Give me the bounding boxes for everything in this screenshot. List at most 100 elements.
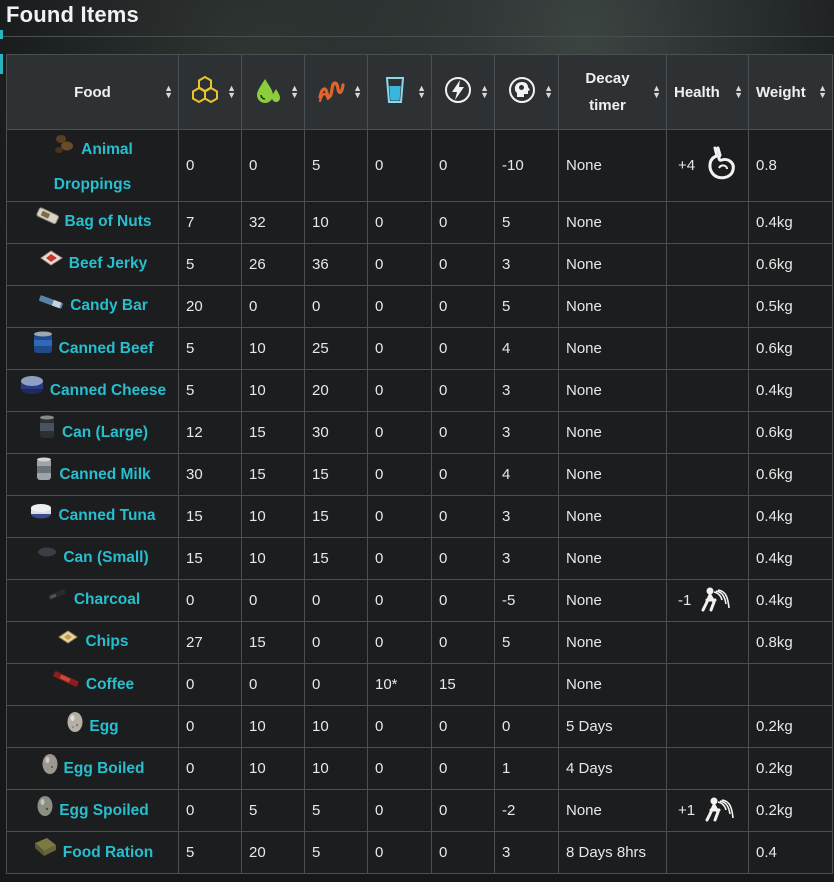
mental-cell: 3 [494, 537, 559, 580]
food-name-link[interactable]: Canned Milk [59, 466, 150, 483]
health-value: -1 [678, 592, 692, 609]
food-name-link[interactable]: Charcoal [74, 592, 140, 609]
decay-timer-cell: 5 Days [558, 705, 667, 748]
hydration-cell: 0 [367, 495, 432, 538]
water-cell: 5 [241, 789, 305, 832]
food-name-cell: Animal Droppings [6, 129, 179, 202]
energy-cell: 0 [178, 129, 242, 202]
food-name-cell: Candy Bar [6, 285, 179, 328]
ration-icon [32, 835, 58, 871]
hydration-cell: 0 [367, 243, 432, 286]
droppings-icon [52, 131, 76, 169]
food-name-link[interactable]: Egg Boiled [64, 760, 145, 777]
weight-header-label: Weight [756, 83, 806, 101]
health-value: +1 [678, 802, 696, 819]
food-name-cell: Chips [6, 621, 179, 664]
mental-cell [494, 663, 559, 706]
header-row: Food ▲ ▼ ▲ ▼ ▲ ▼ ▲ ▼ ▲ ▼ ▲ ▼ ▲ ▼ Decay t… [6, 54, 833, 130]
energy-boost-cell: 0 [431, 285, 495, 328]
mental-cell: 5 [494, 621, 559, 664]
can-dark-icon [37, 414, 57, 452]
column-header-water[interactable]: ▲ ▼ [241, 54, 305, 130]
column-header-health[interactable]: Health ▲ ▼ [666, 54, 749, 130]
food-name-link[interactable]: Canned Cheese [50, 382, 166, 399]
water-cell: 26 [241, 243, 305, 286]
weight-cell: 0.4 [748, 831, 833, 874]
mental-cell: 5 [494, 201, 559, 244]
decay-timer-cell: None [558, 621, 667, 664]
water-cell: 10 [241, 537, 305, 580]
energy-boost-cell: 0 [431, 705, 495, 748]
food-name-link[interactable]: Coffee [86, 676, 134, 693]
energy-cell: 0 [178, 579, 242, 622]
decay-timer-cell: None [558, 663, 667, 706]
stomach-cell: 0 [304, 579, 368, 622]
water-cell: 0 [241, 663, 305, 706]
column-header-energy[interactable]: ▲ ▼ [178, 54, 242, 130]
sort-icon: ▲ ▼ [290, 83, 299, 100]
chips-icon [56, 626, 80, 658]
sort-icon: ▲ ▼ [652, 83, 661, 100]
food-name-cell: Canned Cheese [6, 369, 179, 412]
column-header-food[interactable]: Food ▲ ▼ [6, 54, 179, 130]
food-name-cell: Can (Small) [6, 537, 179, 580]
table-row: Canned Cheese 5 10 20 0 0 3 None 0.4kg [6, 369, 833, 412]
energy-boost-cell: 0 [431, 453, 495, 496]
food-name-link[interactable]: Bag of Nuts [65, 214, 152, 231]
energy-boost-cell: 0 [431, 495, 495, 538]
stomach-cell: 36 [304, 243, 368, 286]
table-row: Canned Beef 5 10 25 0 0 4 None 0.6kg [6, 327, 833, 370]
table-row: Charcoal 0 0 0 0 0 -5 None -1 0.4kg [6, 579, 833, 622]
health-cell [666, 201, 749, 244]
food-name-link[interactable]: Can (Small) [63, 550, 148, 567]
table-row: Chips 27 15 0 0 0 5 None 0.8kg [6, 621, 833, 664]
food-name-cell: Bag of Nuts [6, 201, 179, 244]
energy-cell: 0 [178, 663, 242, 706]
food-name-link[interactable]: Can (Large) [62, 424, 148, 441]
weight-cell: 0.6kg [748, 411, 833, 454]
column-header-weight[interactable]: Weight ▲ ▼ [748, 54, 833, 130]
accent-bar [0, 54, 3, 74]
sort-icon: ▲ ▼ [164, 83, 173, 100]
stomach-cell: 20 [304, 369, 368, 412]
decay-timer-cell: None [558, 453, 667, 496]
energy-boost-cell: 0 [431, 621, 495, 664]
stomach-cell: 10 [304, 201, 368, 244]
mental-cell: 0 [494, 705, 559, 748]
column-header-decay-timer[interactable]: Decay timer ▲ ▼ [558, 54, 667, 130]
food-name-link[interactable]: Chips [85, 634, 128, 651]
energy-cell: 5 [178, 327, 242, 370]
tuna-can-icon [29, 500, 53, 532]
energy-cell: 15 [178, 495, 242, 538]
energy-boost-cell: 0 [431, 537, 495, 580]
water-cell: 0 [241, 129, 305, 202]
food-name-cell: Canned Milk [6, 453, 179, 496]
food-name-link[interactable]: Food Ration [63, 844, 153, 861]
stomach-cell: 10 [304, 747, 368, 790]
found-items-table: Food ▲ ▼ ▲ ▼ ▲ ▼ ▲ ▼ ▲ ▼ ▲ ▼ ▲ ▼ Decay t… [6, 54, 833, 874]
egg-icon [66, 709, 84, 745]
energy-boost-cell: 0 [431, 747, 495, 790]
water-cell: 0 [241, 285, 305, 328]
table-row: Food Ration 5 20 5 0 0 3 8 Days 8hrs 0.4 [6, 831, 833, 874]
stomach-cell: 30 [304, 411, 368, 454]
food-name-cell: Canned Tuna [6, 495, 179, 538]
food-name-link[interactable]: Canned Beef [59, 340, 154, 357]
food-name-link[interactable]: Candy Bar [70, 298, 148, 315]
hydration-cell: 0 [367, 621, 432, 664]
column-header-energy-boost[interactable]: ▲ ▼ [431, 54, 495, 130]
energy-boost-cell: 0 [431, 243, 495, 286]
food-name-link[interactable]: Beef Jerky [69, 256, 147, 273]
sort-icon: ▲ ▼ [417, 83, 426, 100]
charcoal-icon [45, 584, 69, 616]
food-name-link[interactable]: Canned Tuna [58, 508, 155, 525]
hydration-cell: 0 [367, 747, 432, 790]
column-header-mental[interactable]: ▲ ▼ [494, 54, 559, 130]
table-row: Egg Boiled 0 10 10 0 0 1 4 Days 0.2kg [6, 747, 833, 790]
food-name-link[interactable]: Egg [89, 718, 118, 735]
column-header-stomach[interactable]: ▲ ▼ [304, 54, 368, 130]
food-name-link[interactable]: Egg Spoiled [59, 802, 149, 819]
column-header-hydration[interactable]: ▲ ▼ [367, 54, 432, 130]
sort-icon: ▲ ▼ [544, 83, 553, 100]
mental-cell: 4 [494, 327, 559, 370]
